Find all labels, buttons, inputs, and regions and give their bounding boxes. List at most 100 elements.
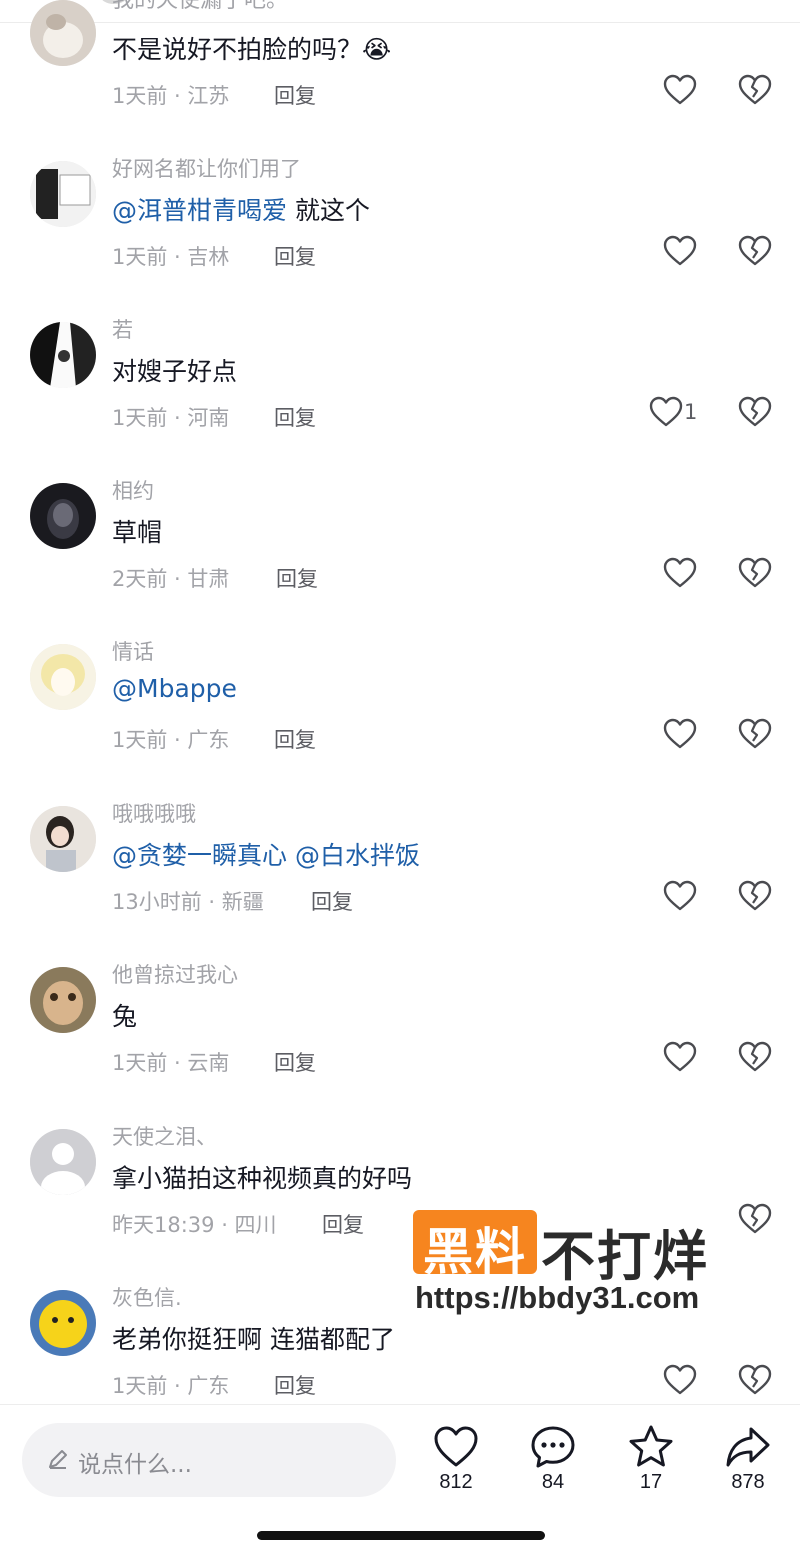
like-button[interactable] (662, 716, 698, 752)
dislike-button[interactable] (737, 1039, 773, 1075)
username[interactable]: 天使之泪、 (112, 1121, 217, 1151)
share-arrow-icon (726, 1427, 770, 1467)
dislike-button[interactable] (737, 72, 773, 108)
broken-heart-icon (738, 1041, 772, 1072)
comment-item: 若 对嫂子好点 1天前 · 河南 回复 1 (0, 318, 800, 483)
comment-meta: 1天前 · 云南 (112, 1051, 230, 1075)
username[interactable]: 好网名都让你们用了 (112, 153, 301, 183)
reply-button[interactable]: 回复 (274, 402, 316, 432)
username[interactable]: 若 (112, 314, 133, 344)
comment-meta: 昨天18:39 · 四川 (112, 1213, 277, 1237)
share-count: 878 (731, 1471, 765, 1493)
comment-count: 84 (541, 1471, 565, 1493)
comment-text: 拿小猫拍这种视频真的好吗 (112, 1164, 413, 1193)
comment-item: 相约 草帽 2天前 · 甘肃 回复 (0, 479, 800, 644)
comment-text: 对嫂子好点 (112, 357, 238, 386)
comment-input[interactable]: 说点什么... (22, 1423, 396, 1497)
reply-button[interactable]: 回复 (276, 563, 318, 593)
like-button[interactable] (662, 233, 698, 269)
heart-icon (663, 557, 697, 588)
dislike-button[interactable] (737, 1362, 773, 1398)
dislike-button[interactable] (737, 716, 773, 752)
reply-button[interactable]: 回复 (274, 80, 316, 110)
dislike-button[interactable] (737, 555, 773, 591)
comment-meta: 1天前 · 河南 (112, 406, 230, 430)
broken-heart-icon (738, 235, 772, 266)
like-video-button[interactable]: 812 (426, 1423, 486, 1494)
comment-text: 不是说好不拍脸的吗？😭 (112, 35, 392, 64)
watermark: 黑料 不打烊 https://bbdy31.com (413, 1210, 753, 1320)
like-button[interactable] (662, 878, 698, 914)
broken-heart-icon (738, 1364, 772, 1395)
chat-bubble-icon (531, 1426, 575, 1468)
reply-button[interactable]: 回复 (274, 1370, 316, 1400)
broken-heart-icon (738, 718, 772, 749)
dislike-button[interactable] (737, 878, 773, 914)
avatar[interactable] (30, 322, 96, 388)
heart-icon (663, 74, 697, 105)
heart-icon (663, 1041, 697, 1072)
comment-item: 情话 @Mbappe 1天前 · 广东 回复 (0, 640, 800, 805)
heart-icon (649, 396, 683, 427)
username[interactable]: 他曾掠过我心 (112, 959, 238, 989)
bottom-action-bar: 说点什么... 812 84 17 878 (0, 1404, 800, 1559)
avatar[interactable] (30, 483, 96, 549)
dislike-button[interactable] (737, 394, 773, 430)
pencil-icon (49, 1450, 67, 1469)
avatar[interactable] (30, 644, 96, 710)
comments-button[interactable]: 84 (523, 1423, 583, 1494)
avatar[interactable] (30, 967, 96, 1033)
comment-meta: 1天前 · 广东 (112, 728, 230, 752)
comment-text: @贪婪一瞬真心 @白水拌饭 (112, 836, 420, 872)
comment-meta: 13小时前 · 新疆 (112, 890, 264, 914)
reply-button[interactable]: 回复 (322, 1209, 364, 1239)
reply-button[interactable]: 回复 (274, 724, 316, 754)
broken-heart-icon (738, 74, 772, 105)
mention-link[interactable]: @Mbappe (112, 674, 237, 703)
favorite-count: 17 (639, 1471, 663, 1493)
comment-meta: 2天前 · 甘肃 (112, 567, 230, 591)
mention-link[interactable]: @白水拌饭 (295, 841, 420, 870)
avatar[interactable] (30, 0, 96, 66)
crying-emoji: 😭 (362, 35, 392, 64)
home-indicator[interactable] (257, 1531, 545, 1540)
like-button[interactable] (662, 1039, 698, 1075)
dislike-button[interactable] (737, 233, 773, 269)
comment-item: 哦哦哦哦 @贪婪一瞬真心 @白水拌饭 13小时前 · 新疆 回复 (0, 802, 800, 967)
broken-heart-icon (738, 557, 772, 588)
username[interactable]: 灰色信. (112, 1282, 182, 1312)
comment-item: 不是说好不拍脸的吗？😭 1天前 · 江苏 回复 (0, 0, 800, 161)
comment-text: @洱普柑青喝爱 就这个 (112, 196, 370, 225)
avatar[interactable] (30, 1290, 96, 1356)
reply-button[interactable]: 回复 (311, 886, 353, 916)
avatar[interactable] (30, 161, 96, 227)
username[interactable]: 哦哦哦哦 (112, 798, 196, 828)
like-button[interactable] (662, 1362, 698, 1398)
like-button[interactable] (662, 555, 698, 591)
comment-text: 兔 (112, 1002, 138, 1031)
reply-button[interactable]: 回复 (274, 1047, 316, 1077)
like-button[interactable] (662, 72, 698, 108)
heart-icon (663, 718, 697, 749)
avatar[interactable] (30, 1129, 96, 1195)
username[interactable]: 情话 (112, 636, 154, 666)
like-count: 1 (684, 400, 698, 424)
broken-heart-icon (738, 880, 772, 911)
star-icon (629, 1425, 673, 1467)
share-button[interactable]: 878 (718, 1423, 778, 1494)
watermark-url: https://bbdy31.com (415, 1280, 700, 1315)
comment-text: @Mbappe (112, 674, 237, 703)
mention-link[interactable]: @洱普柑青喝爱 (112, 196, 287, 225)
favorite-button[interactable]: 17 (621, 1423, 681, 1494)
comment-item: 好网名都让你们用了 @洱普柑青喝爱 就这个 1天前 · 吉林 回复 (0, 157, 800, 322)
username[interactable]: 相约 (112, 475, 154, 505)
comment-text: 老弟你挺狂啊 连猫都配了 (112, 1325, 395, 1354)
comment-meta: 1天前 · 广东 (112, 1374, 230, 1398)
heart-icon (663, 235, 697, 266)
mention-link[interactable]: @贪婪一瞬真心 (112, 841, 287, 870)
avatar[interactable] (30, 806, 96, 872)
comment-meta: 1天前 · 吉林 (112, 245, 230, 269)
reply-button[interactable]: 回复 (274, 241, 316, 271)
like-count: 812 (439, 1471, 473, 1493)
like-button[interactable] (648, 394, 684, 430)
